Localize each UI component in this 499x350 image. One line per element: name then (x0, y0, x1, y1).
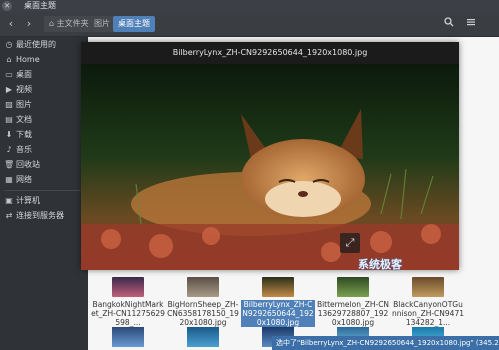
file-item-selected[interactable]: BilberryLynx_ZH-CN9292650644_1920x1080.j… (241, 277, 315, 327)
trash-icon: 🗑 (4, 160, 15, 169)
sidebar-item-label: 文档 (16, 115, 32, 124)
document-icon: ▤ (5, 115, 13, 124)
file-item[interactable]: Bittermelon_ZH-CN13629728807_1920x1080.j… (316, 277, 390, 327)
breadcrumb-pictures[interactable]: 图片 (89, 16, 115, 32)
sidebar-item-trash[interactable]: 🗑 回收站 (0, 158, 88, 172)
network-icon: ▦ (5, 175, 13, 184)
file-name: BangkokNightMarket_ZH-CN11275629598_... (91, 300, 165, 327)
forward-button[interactable]: › (22, 17, 36, 31)
file-name: BigHornSheep_ZH-CN6358178150_1920x1080.j… (167, 300, 239, 327)
watermark-logo: 系统极客 (358, 258, 402, 271)
breadcrumb-home[interactable]: ⌂ 主文件夹 (44, 16, 94, 32)
search-icon-glyph (444, 17, 454, 27)
sidebar-item-label: 最近使用的 (16, 40, 56, 49)
file-thumbnail (112, 277, 144, 297)
sidebar-item-label: 连接到服务器 (16, 211, 64, 220)
sidebar: ◷ 最近使用的 ⌂ Home ▭ 桌面 ▶ 视频 ▨ 图片 ▤ 文档 ⬇ 下载 … (0, 37, 88, 350)
status-bar: 选中了"BilberryLynx_ZH-CN9292650644_1920x10… (272, 336, 499, 350)
file-thumbnail[interactable] (187, 327, 219, 347)
search-icon[interactable] (442, 17, 456, 31)
image-preview[interactable]: BilberryLynx_ZH-CN9292650644_1920x1080.j… (81, 42, 459, 270)
sidebar-item-label: 下载 (16, 130, 32, 139)
sidebar-item-videos[interactable]: ▶ 视频 (0, 83, 88, 97)
file-thumbnail (187, 277, 219, 297)
sidebar-item-label: 图片 (16, 100, 32, 109)
sidebar-item-label: 音乐 (16, 145, 32, 154)
sidebar-item-label: 桌面 (16, 70, 32, 79)
sidebar-item-documents[interactable]: ▤ 文档 (0, 113, 88, 127)
file-item[interactable]: BlackCanyonOTGunnison_ZH-CN9471134282_1.… (391, 277, 465, 327)
file-thumbnail (337, 277, 369, 297)
home-icon: ⌂ (6, 55, 12, 64)
server-icon: ⇄ (5, 211, 13, 220)
window-title: 桌面主题 (24, 1, 56, 10)
title-bar: ✕ 桌面主题 (0, 0, 499, 12)
download-icon: ⬇ (5, 130, 13, 139)
sidebar-item-network[interactable]: ▦ 网络 (0, 173, 88, 187)
file-name: BlackCanyonOTGunnison_ZH-CN9471134282_1.… (391, 300, 464, 327)
file-thumbnail[interactable] (112, 327, 144, 347)
sidebar-divider (4, 190, 84, 191)
sidebar-item-home[interactable]: ⌂ Home (0, 53, 88, 67)
toolbar: ‹ › ⌂ 主文件夹 图片 桌面主题 (0, 12, 499, 37)
sidebar-item-pictures[interactable]: ▨ 图片 (0, 98, 88, 112)
clock-icon: ◷ (5, 40, 13, 49)
file-thumbnail (262, 277, 294, 297)
sidebar-item-label: 网络 (16, 175, 32, 184)
computer-icon: ▣ (5, 196, 13, 205)
sidebar-item-desktop[interactable]: ▭ 桌面 (0, 68, 88, 82)
close-button[interactable]: ✕ (2, 1, 12, 11)
desktop-icon: ▭ (5, 70, 13, 79)
breadcrumb-current[interactable]: 桌面主题 (113, 16, 155, 32)
sidebar-item-music[interactable]: ♪ 音乐 (0, 143, 88, 157)
fullscreen-button[interactable]: ⤢ (340, 233, 360, 253)
file-item[interactable]: BigHornSheep_ZH-CN6358178150_1920x1080.j… (166, 277, 240, 327)
sidebar-item-connect-server[interactable]: ⇄ 连接到服务器 (0, 209, 88, 223)
sidebar-item-downloads[interactable]: ⬇ 下载 (0, 128, 88, 142)
sidebar-item-computer[interactable]: ▣ 计算机 (0, 194, 88, 208)
picture-icon: ▨ (5, 100, 13, 109)
sidebar-item-recent[interactable]: ◷ 最近使用的 (0, 38, 88, 52)
file-thumbnail (412, 277, 444, 297)
preview-title: BilberryLynx_ZH-CN9292650644_1920x1080.j… (81, 42, 459, 64)
sidebar-item-label: 回收站 (16, 160, 40, 169)
video-icon: ▶ (5, 85, 13, 94)
lynx-photo (81, 64, 459, 270)
sidebar-item-label: 视频 (16, 85, 32, 94)
sidebar-item-label: 计算机 (16, 196, 40, 205)
file-name: Bittermelon_ZH-CN13629728807_1920x1080.j… (316, 300, 390, 327)
file-item[interactable]: BangkokNightMarket_ZH-CN11275629598_... (91, 277, 165, 327)
music-icon: ♪ (6, 145, 12, 154)
sidebar-item-label: Home (16, 55, 40, 64)
back-button[interactable]: ‹ (4, 17, 18, 31)
menu-icon[interactable] (464, 17, 478, 31)
menu-icon-glyph (467, 19, 475, 26)
file-name: BilberryLynx_ZH-CN9292650644_1920x1080.j… (241, 300, 315, 327)
